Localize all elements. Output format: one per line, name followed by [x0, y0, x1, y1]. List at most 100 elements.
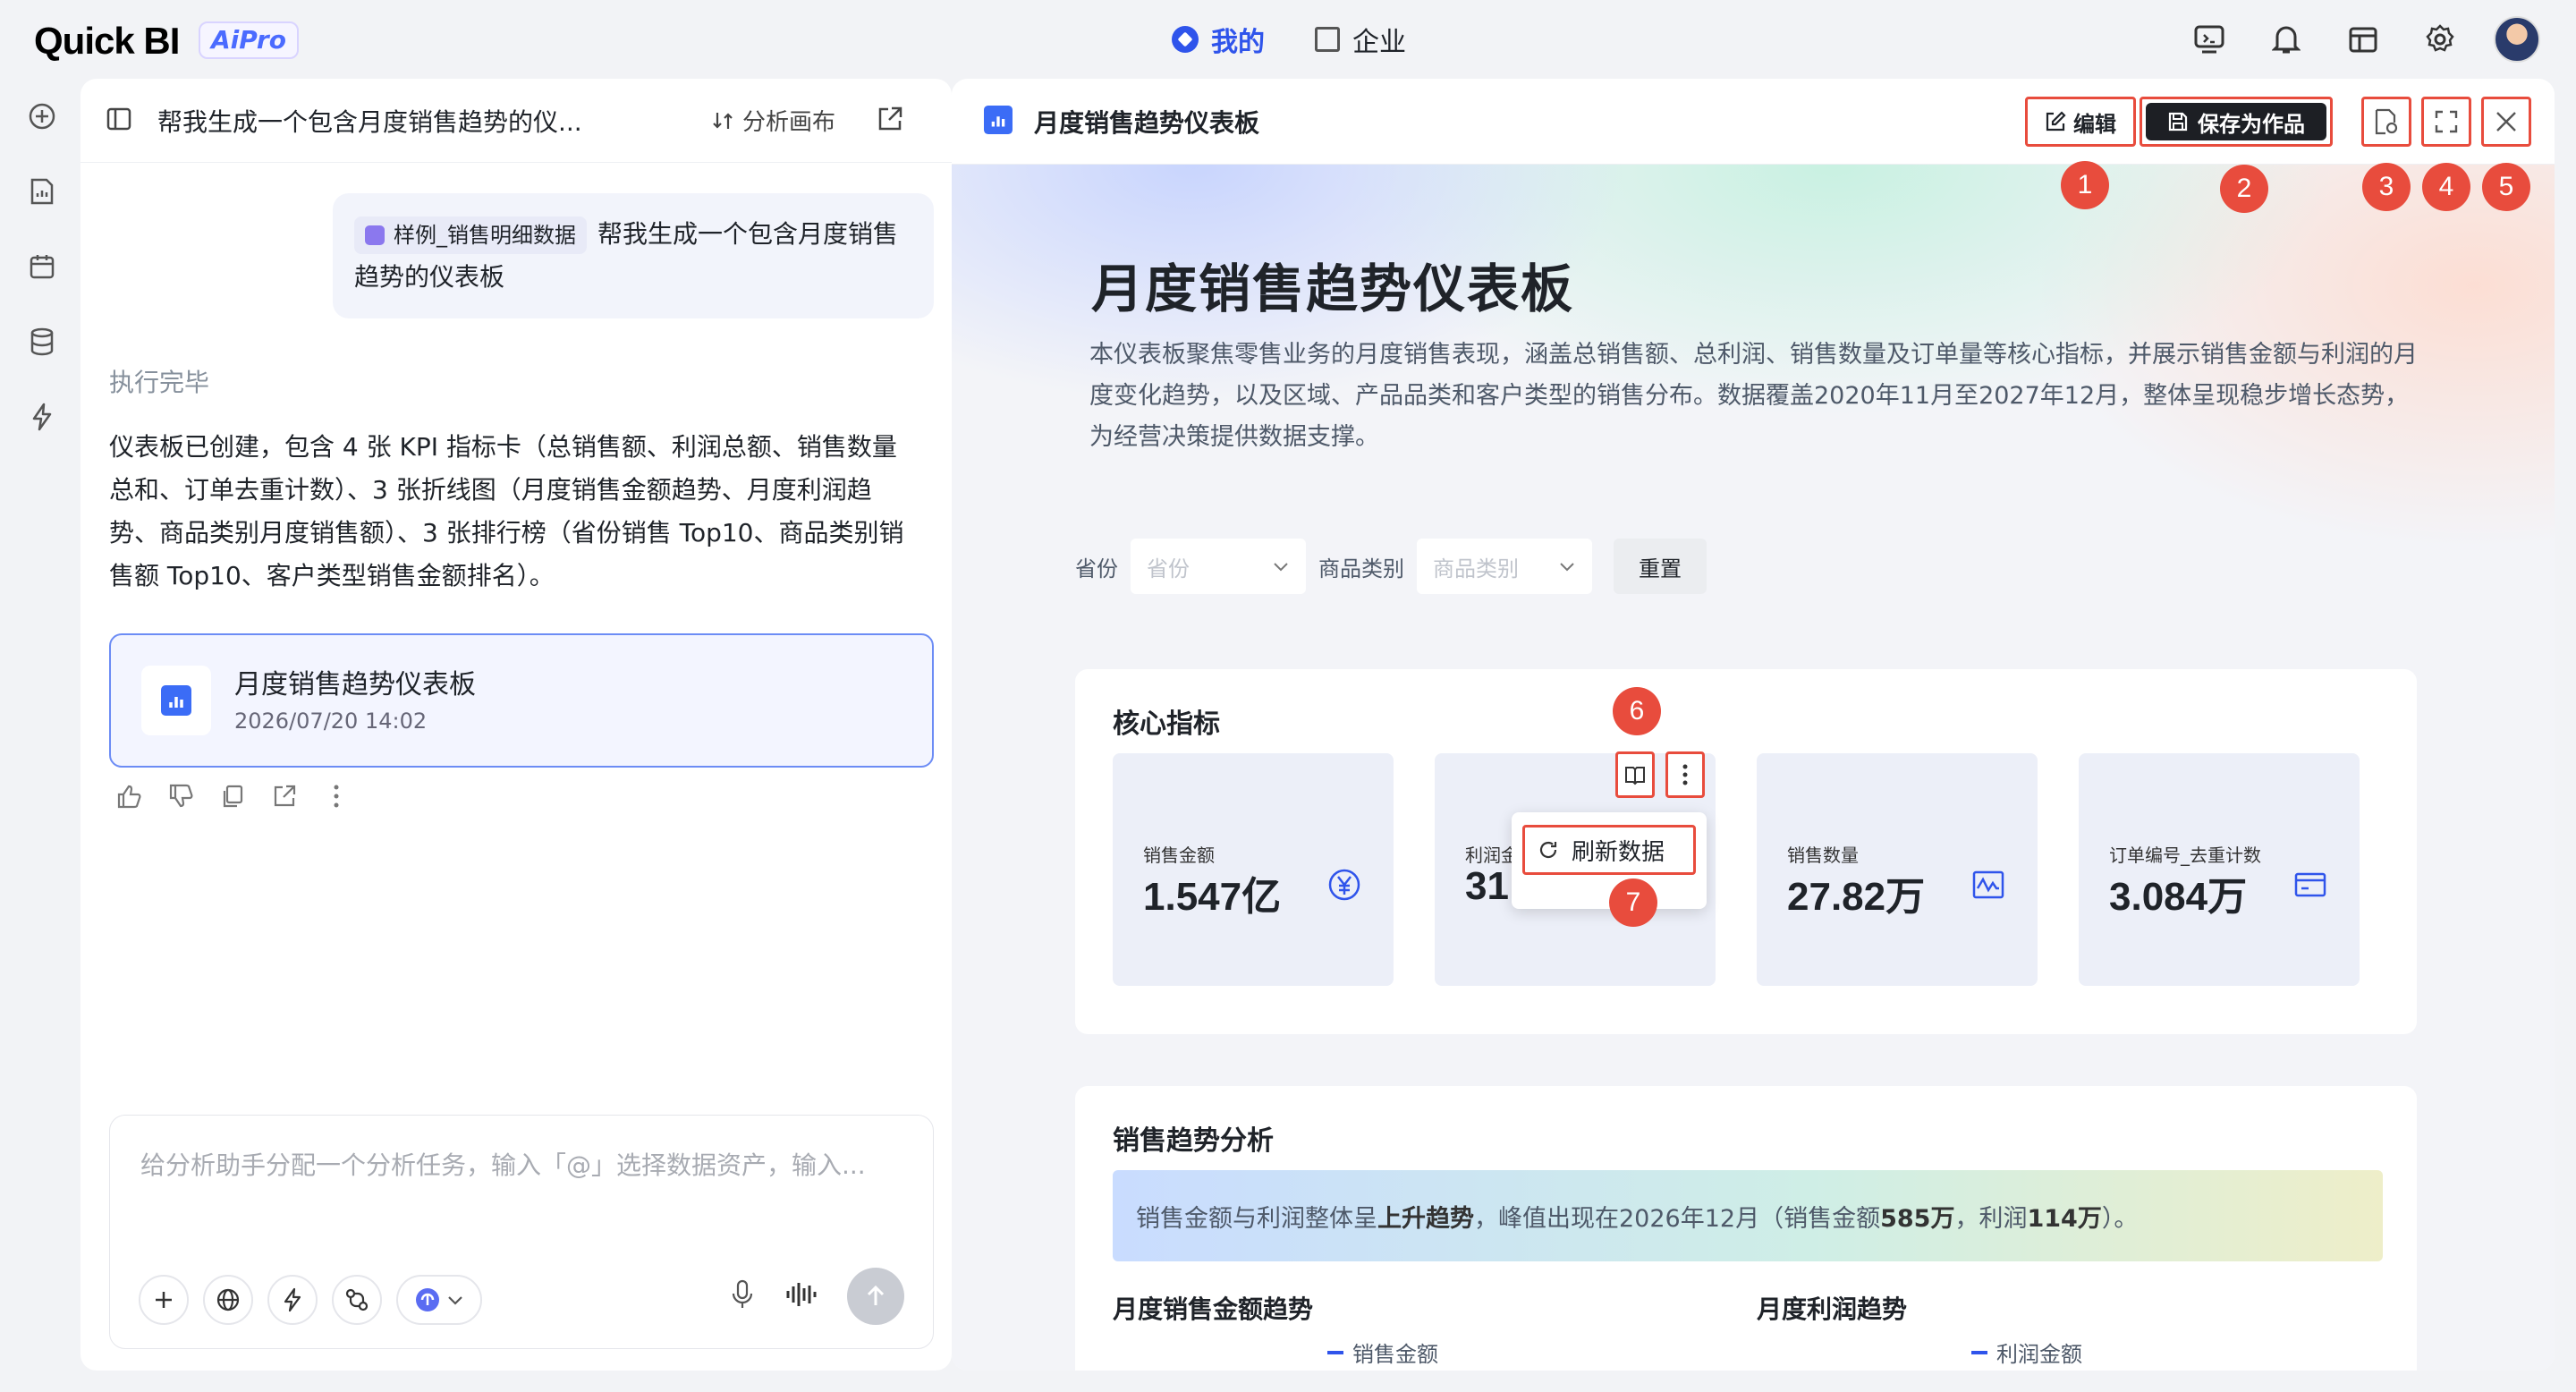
report-icon[interactable]: [24, 174, 60, 209]
legend-label: 销售金额: [1352, 1342, 1438, 1367]
bell-icon[interactable]: [2263, 16, 2309, 63]
province-select[interactable]: 省份: [1131, 539, 1306, 594]
left-rail: [20, 98, 64, 435]
nav-enterprise[interactable]: 企业: [1315, 18, 1406, 61]
annotation-badge-2: 2: [2220, 165, 2268, 213]
external-link-icon[interactable]: [877, 106, 903, 136]
add-icon[interactable]: [139, 1275, 189, 1325]
kpi-card-actions: [1615, 751, 1705, 798]
trend-section: 销售趋势分析 销售金额与利润整体呈 上升趋势 ，峰值出现在2026年12月（销售金额…: [1075, 1086, 2417, 1371]
annotation-badge-3: 3: [2362, 163, 2411, 211]
province-filter-label: 省份: [1075, 556, 1118, 581]
dashboard-icon: [984, 105, 1013, 138]
bar-chart-icon: [141, 666, 211, 735]
voice-wave-icon[interactable]: [784, 1281, 817, 1311]
new-chat-icon[interactable]: [24, 98, 60, 134]
dataset-chip[interactable]: 样例_销售明细数据: [354, 216, 587, 254]
assistant-answer: 仪表板已创建，包含 4 张 KPI 指标卡（总销售额、利润总额、销售数量总和、订…: [109, 432, 904, 590]
refresh-icon: [1539, 841, 1557, 859]
kpi-label: 销售数量: [1787, 845, 1859, 866]
save-as-work-button[interactable]: 保存为作品: [2140, 97, 2333, 147]
insight-text: ）。: [2101, 1204, 2139, 1233]
shop-icon[interactable]: [2340, 16, 2386, 63]
send-area: [731, 1268, 904, 1325]
annotation-badge-1: 1: [2061, 161, 2109, 209]
more-icon[interactable]: [322, 782, 351, 811]
wave-chart-icon: [1970, 866, 2007, 904]
insight-text: 销售金额与利润整体呈: [1136, 1204, 1377, 1233]
thumbs-down-icon[interactable]: [166, 782, 195, 811]
chevron-down-icon: [1274, 563, 1288, 572]
edit-button-label: 编辑: [2073, 111, 2116, 137]
user-message-bubble: 样例_销售明细数据 帮我生成一个包含月度销售趋势的仪表板: [333, 193, 934, 318]
app-logo[interactable]: Quick BI: [34, 20, 180, 63]
kpi-card-quantity[interactable]: 销售数量 27.82万: [1757, 753, 2038, 986]
profit-trend-legend[interactable]: 利润金额: [1971, 1337, 2082, 1368]
dataset-chip-label: 样例_销售明细数据: [394, 223, 576, 248]
fullscreen-button[interactable]: [2421, 97, 2471, 147]
lightning-icon[interactable]: [267, 1275, 318, 1325]
kpi-value: 3.084万: [2109, 875, 2248, 919]
workflow-icon[interactable]: [332, 1275, 382, 1325]
fullscreen-icon: [2435, 110, 2458, 133]
legend-label: 利润金额: [1996, 1342, 2082, 1367]
chat-panel: 帮我生成一个包含月度销售趋势的仪... 分析画布 样例_销售明细数据 帮我生成一…: [80, 79, 952, 1371]
building-icon: [1315, 27, 1340, 52]
top-bar: Quick BI AiPro 我的 企业: [0, 0, 2576, 79]
yuan-icon: [1326, 866, 1363, 904]
nav-mine[interactable]: 我的: [1172, 18, 1265, 61]
analysis-canvas-button[interactable]: 分析画布: [712, 104, 835, 137]
thumbs-up-icon[interactable]: [114, 782, 143, 811]
sales-trend-legend[interactable]: 销售金额: [1327, 1337, 1438, 1368]
annotation-badge-6: 6: [1613, 687, 1661, 735]
send-button[interactable]: [847, 1268, 904, 1325]
calendar-icon[interactable]: [24, 249, 60, 284]
insight-highlight: 114万: [2027, 1204, 2102, 1233]
legend-swatch: [1327, 1350, 1343, 1354]
arrow-up-icon: [867, 1285, 885, 1305]
user-avatar[interactable]: [2494, 16, 2540, 63]
kpi-card-sales[interactable]: 销售金额 1.547亿: [1113, 753, 1394, 986]
book-icon: [1625, 767, 1645, 785]
model-selector[interactable]: [396, 1275, 482, 1325]
category-select[interactable]: 商品类别: [1417, 539, 1592, 594]
insight-highlight: 上升趋势: [1377, 1204, 1474, 1233]
legend-swatch: [1971, 1350, 1987, 1354]
main-nav: 我的 企业: [1172, 18, 1406, 61]
gear-icon[interactable]: [2417, 16, 2463, 63]
compass-icon: [1172, 26, 1199, 53]
close-button[interactable]: [2481, 97, 2531, 147]
lightning-icon[interactable]: [24, 399, 60, 435]
edit-button[interactable]: 编辑: [2025, 97, 2136, 147]
province-select-placeholder: 省份: [1147, 556, 1190, 581]
microphone-icon[interactable]: [731, 1279, 754, 1313]
refresh-data-menu-item[interactable]: 刷新数据: [1522, 825, 1696, 875]
annotation-badge-5: 5: [2482, 163, 2530, 211]
chat-title: 帮我生成一个包含月度销售趋势的仪...: [157, 106, 582, 137]
feedback-bar: [114, 782, 351, 811]
input-tools: [139, 1275, 482, 1325]
sidebar-toggle-icon[interactable]: [106, 106, 132, 136]
swap-icon: [713, 112, 733, 129]
chat-input-box[interactable]: 给分析助手分配一个分析任务，输入「@」选择数据资产，输入...: [109, 1115, 934, 1349]
globe-icon[interactable]: [203, 1275, 253, 1325]
dashboard-body: 月度销售趋势仪表板 本仪表板聚焦零售业务的月度销售表现，涵盖总销售额、总利润、销…: [952, 165, 2555, 1371]
share-icon[interactable]: [270, 782, 299, 811]
data-source-button[interactable]: [1615, 751, 1655, 798]
copy-icon[interactable]: [218, 782, 247, 811]
monitor-icon[interactable]: [2186, 16, 2233, 63]
filter-bar: 省份 省份 商品类别 商品类别 重置: [1075, 539, 1707, 594]
result-card-time: 2026/07/20 14:02: [234, 709, 428, 734]
nav-enterprise-label: 企业: [1352, 27, 1406, 58]
database-icon[interactable]: [24, 324, 60, 360]
chat-input-placeholder[interactable]: 给分析助手分配一个分析任务，输入「@」选择数据资产，输入...: [140, 1146, 910, 1182]
model-icon: [416, 1288, 439, 1311]
kpi-value: 27.82万: [1787, 875, 1926, 919]
more-options-button[interactable]: [1665, 751, 1705, 798]
dashboard-info-button[interactable]: [2361, 97, 2411, 147]
result-card-title: 月度销售趋势仪表板: [234, 669, 476, 700]
dashboard-result-card[interactable]: 月度销售趋势仪表板 2026/07/20 14:02: [109, 633, 934, 768]
reset-button[interactable]: 重置: [1614, 539, 1707, 594]
kpi-card-orders[interactable]: 订单编号_去重计数 3.084万: [2079, 753, 2360, 986]
trend-insight: 销售金额与利润整体呈 上升趋势 ，峰值出现在2026年12月（销售金额 585万 ，利润…: [1113, 1170, 2383, 1261]
